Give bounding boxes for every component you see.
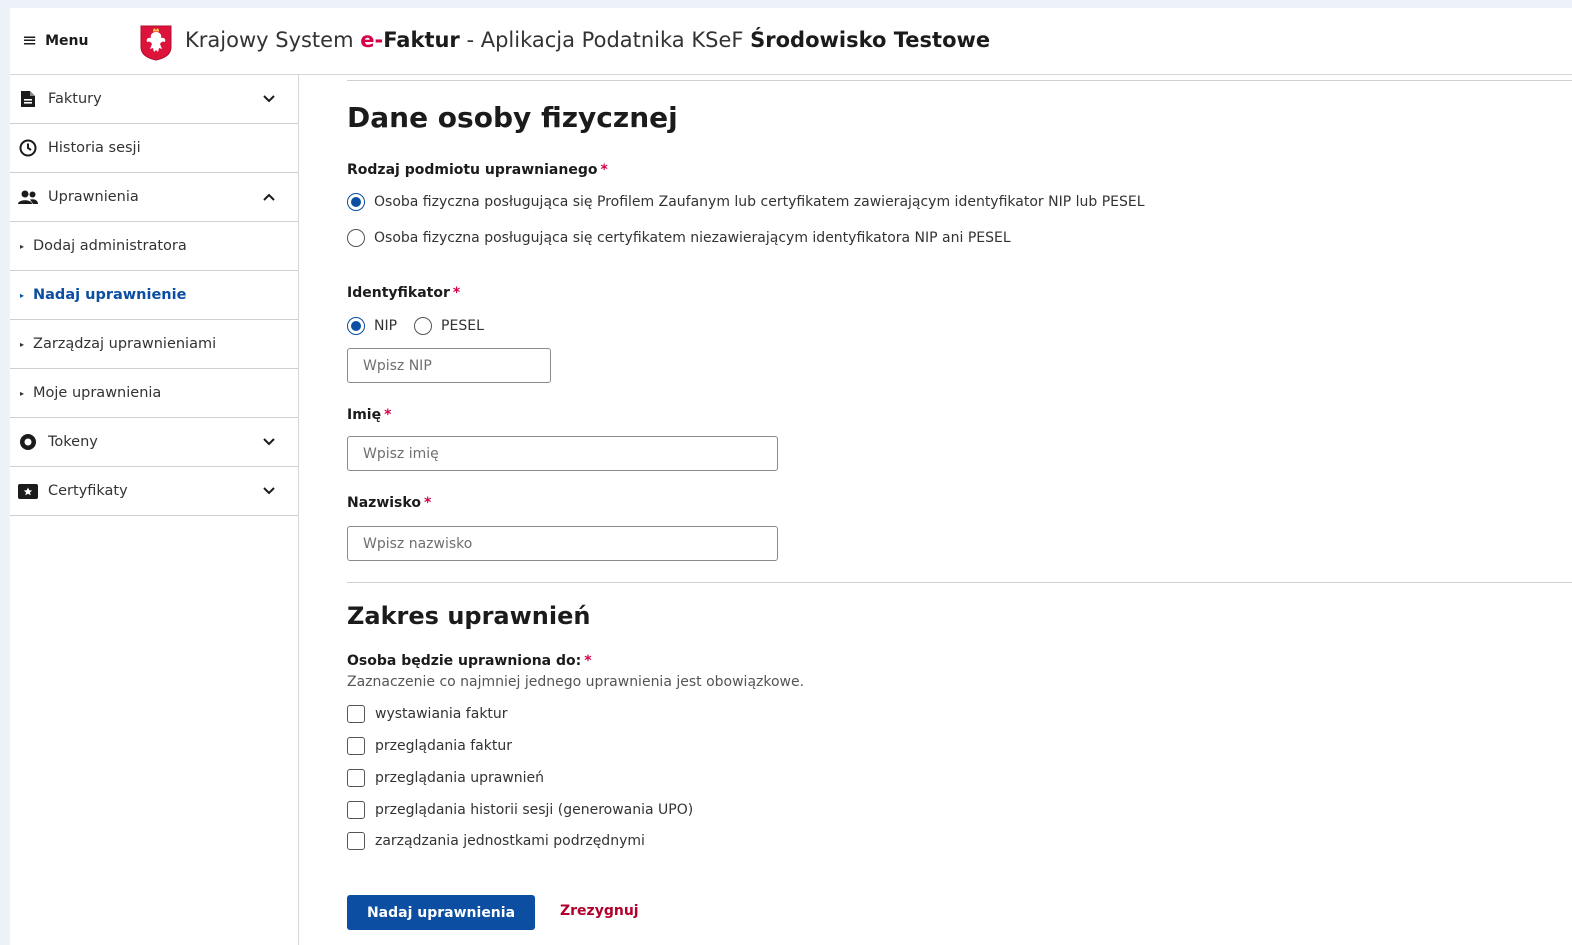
subject-type-label: Rodzaj podmiotu uprawnianego * (347, 162, 608, 178)
sidebar-item-label: Uprawnienia (48, 189, 139, 205)
divider (347, 80, 1572, 81)
app-title: Krajowy System e-Faktur - Aplikacja Poda… (185, 28, 990, 52)
last-name-input[interactable] (347, 526, 778, 561)
title-prefix: Krajowy System (185, 28, 361, 52)
document-icon (18, 89, 38, 109)
permission-label: przeglądania uprawnień (375, 770, 545, 786)
app-window: ≡ Menu Krajowy System e-Faktur - Aplikac… (10, 8, 1572, 945)
environment-label: Środowisko Testowe (750, 28, 991, 52)
subject-type-option-1[interactable]: Osoba fizyczna posługująca się Profilem … (347, 193, 1145, 211)
sidebar-item-label: Dodaj administratora (33, 238, 187, 254)
radio-pesel[interactable] (414, 317, 433, 335)
sidebar-item-label: Certyfikaty (48, 483, 128, 499)
bullet-icon: ▸ (20, 241, 25, 251)
scope-hint: Zaznaczenie co najmniej jednego uprawnie… (347, 674, 805, 690)
title-brand-accent: e- (360, 28, 384, 52)
sidebar-item-label: Moje uprawnienia (33, 385, 162, 401)
radio-label-pesel: PESEL (441, 318, 484, 334)
permission-checkbox-row[interactable]: przeglądania historii sesji (generowania… (347, 801, 693, 819)
bullet-icon: ▸ (20, 290, 25, 300)
identifier-input[interactable] (347, 348, 551, 383)
token-icon (18, 432, 38, 452)
checkbox[interactable] (347, 737, 365, 755)
radio-selected[interactable] (347, 193, 365, 211)
sidebar-item-dodaj-administratora[interactable]: ▸ Dodaj administratora (10, 222, 298, 271)
permission-label: wystawiania faktur (375, 706, 508, 722)
required-marker: * (600, 162, 608, 178)
divider (347, 582, 1572, 583)
sidebar-item-label: Historia sesji (48, 140, 141, 156)
sidebar-item-label: Nadaj uprawnienie (33, 287, 187, 303)
title-suffix: - Aplikacja Podatnika KSeF (459, 28, 751, 52)
sidebar-item-moje-uprawnienia[interactable]: ▸ Moje uprawnienia (10, 369, 298, 418)
radio-label-nip: NIP (374, 318, 398, 334)
first-name-label-text: Imię (347, 407, 382, 423)
radio-label: Osoba fizyczna posługująca się Profilem … (374, 194, 1145, 210)
scope-label: Osoba będzie uprawniona do: * (347, 653, 592, 669)
permission-checkbox-row[interactable]: przeglądania faktur (347, 737, 512, 755)
radio-nip[interactable] (347, 317, 365, 335)
sidebar-item-label: Tokeny (48, 434, 98, 450)
identifier-type-group: NIP PESEL (347, 317, 484, 335)
menu-label: Menu (45, 33, 89, 49)
main-content: Dane osoby fizycznej Rodzaj podmiotu upr… (298, 75, 1572, 945)
polish-emblem-icon (140, 25, 172, 61)
checkbox[interactable] (347, 832, 365, 850)
required-marker: * (384, 407, 392, 423)
chevron-down-icon (263, 95, 275, 103)
radio-unselected[interactable] (347, 229, 365, 247)
sidebar-item-historia-sesji[interactable]: Historia sesji (10, 124, 298, 173)
sidebar-item-uprawnienia[interactable]: Uprawnienia (10, 173, 298, 222)
scope-title: Zakres uprawnień (347, 602, 591, 630)
top-header: ≡ Menu Krajowy System e-Faktur - Aplikac… (10, 8, 1572, 75)
sidebar-item-zarzadzaj-uprawnieniami[interactable]: ▸ Zarządzaj uprawnieniami (10, 320, 298, 369)
sidebar: Faktury Historia sesji Uprawnienia ▸ Dod… (10, 75, 299, 945)
certificate-icon (18, 481, 38, 501)
last-name-label: Nazwisko * (347, 495, 431, 511)
radio-label: Osoba fizyczna posługująca się certyfika… (374, 230, 1011, 246)
scope-label-text: Osoba będzie uprawniona do: (347, 653, 582, 669)
chevron-down-icon (263, 438, 275, 446)
sidebar-item-label: Zarządzaj uprawnieniami (33, 336, 217, 352)
checkbox[interactable] (347, 705, 365, 723)
bullet-icon: ▸ (20, 339, 25, 349)
permission-checkbox-row[interactable]: zarządzania jednostkami podrzędnymi (347, 832, 645, 850)
chevron-up-icon (263, 193, 275, 201)
bullet-icon: ▸ (20, 388, 25, 398)
subject-type-label-text: Rodzaj podmiotu uprawnianego (347, 162, 598, 178)
title-brand: Faktur (383, 28, 460, 52)
section-title: Dane osoby fizycznej (347, 101, 678, 134)
first-name-label: Imię * (347, 407, 391, 423)
sidebar-item-faktury[interactable]: Faktury (10, 75, 298, 124)
required-marker: * (423, 495, 432, 511)
permission-label: przeglądania historii sesji (generowania… (375, 802, 694, 818)
permission-label: zarządzania jednostkami podrzędnymi (375, 833, 645, 849)
submit-button[interactable]: Nadaj uprawnienia (347, 895, 535, 930)
permission-checkbox-row[interactable]: przeglądania uprawnień (347, 769, 544, 787)
last-name-label-text: Nazwisko (347, 495, 421, 511)
users-icon (18, 187, 38, 207)
cancel-link[interactable]: Zrezygnuj (560, 903, 639, 919)
permission-checkbox-row[interactable]: wystawiania faktur (347, 705, 508, 723)
chevron-down-icon (263, 487, 275, 495)
first-name-input[interactable] (347, 436, 778, 471)
checkbox[interactable] (347, 769, 365, 787)
clock-icon (18, 138, 38, 158)
sidebar-item-nadaj-uprawnienie[interactable]: ▸ Nadaj uprawnienie (10, 271, 298, 320)
subject-type-option-2[interactable]: Osoba fizyczna posługująca się certyfika… (347, 229, 1011, 247)
checkbox[interactable] (347, 801, 365, 819)
required-marker: * (584, 653, 592, 669)
menu-button[interactable]: ≡ Menu (22, 30, 88, 52)
sidebar-item-tokeny[interactable]: Tokeny (10, 418, 298, 467)
hamburger-icon: ≡ (22, 30, 38, 51)
required-marker: * (452, 285, 461, 301)
identifier-label: Identyfikator * (347, 285, 460, 301)
permission-label: przeglądania faktur (375, 738, 512, 754)
sidebar-item-label: Faktury (48, 91, 102, 107)
identifier-label-text: Identyfikator (347, 285, 450, 301)
sidebar-item-certyfikaty[interactable]: Certyfikaty (10, 467, 298, 516)
